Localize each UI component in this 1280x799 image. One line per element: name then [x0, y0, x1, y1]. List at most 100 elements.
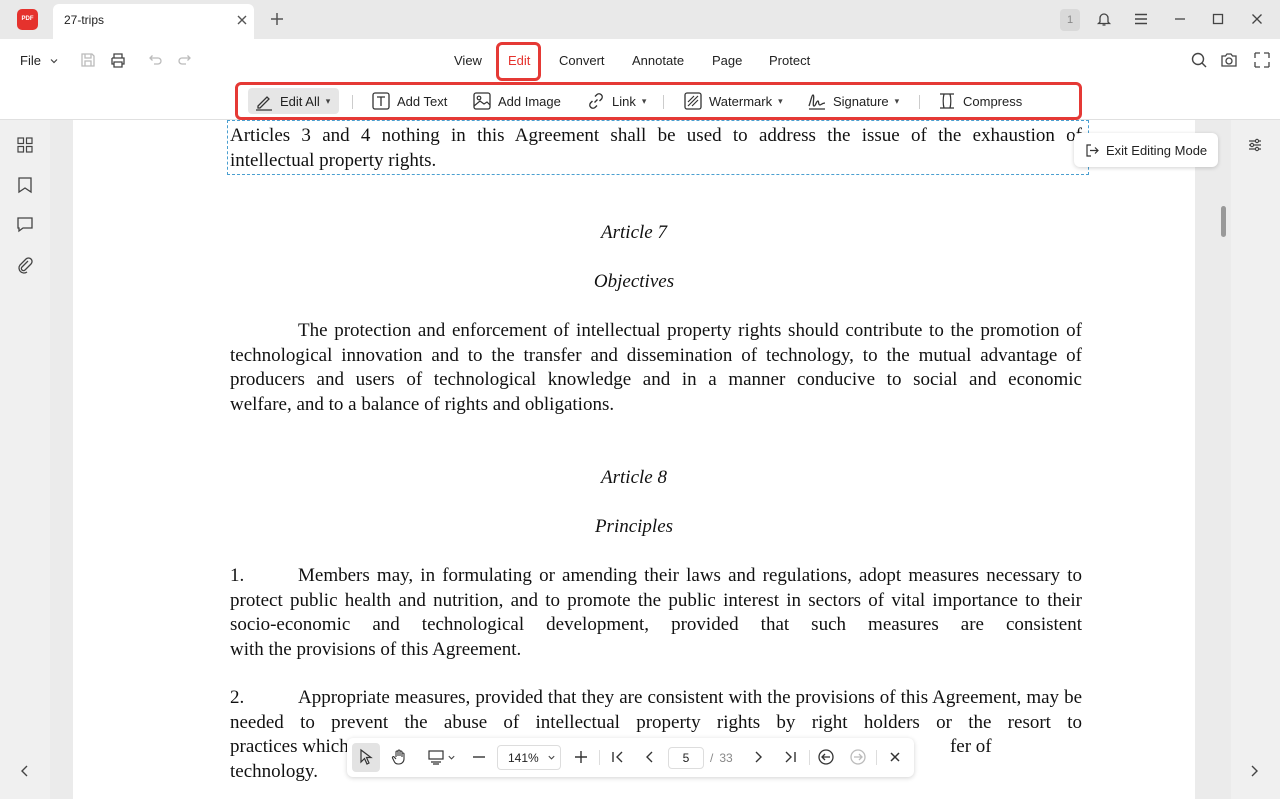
document-tab-title: 27-trips — [64, 13, 105, 27]
separator — [663, 95, 664, 109]
undo-icon[interactable] — [146, 51, 164, 69]
compress-label: Compress — [963, 93, 1023, 109]
link-button[interactable]: Link ▾ — [586, 88, 646, 114]
bell-icon[interactable] — [1096, 11, 1112, 27]
signature-button[interactable]: Signature ▾ — [807, 88, 899, 114]
page-navigation-bar: 141% 5 / 33 — [347, 738, 914, 777]
chevron-down-icon[interactable] — [447, 753, 456, 762]
select-tool-button[interactable] — [352, 743, 380, 772]
add-text-label: Add Text — [397, 93, 448, 109]
page-number-input[interactable]: 5 — [668, 747, 704, 769]
comment-icon[interactable] — [16, 216, 34, 234]
link-icon — [589, 93, 603, 109]
exit-icon — [1086, 143, 1099, 157]
paragraph-exhaustion[interactable]: Articles 3 and 4 nothing in this Agreeme… — [230, 124, 1082, 173]
page-indicator: 5 / 33 — [668, 747, 737, 769]
pencil-icon — [256, 96, 272, 111]
article8-title: Article 8 — [601, 467, 667, 488]
file-menu[interactable]: File — [20, 53, 59, 68]
line-start: practices which u — [230, 736, 363, 757]
redo-icon[interactable] — [176, 51, 194, 69]
add-image-label: Add Image — [498, 93, 561, 109]
zoom-select[interactable]: 141% — [497, 745, 561, 770]
edit-all-label: Edit All — [280, 93, 320, 109]
camera-icon[interactable] — [1220, 51, 1238, 69]
paragraph-objectives[interactable]: The protection and enforcement of intell… — [230, 319, 1082, 417]
watermark-icon — [684, 92, 702, 110]
separator — [809, 750, 810, 765]
text-box-icon — [372, 92, 390, 110]
paragraph-line: Articles 3 and 4 nothing in this Agreeme… — [230, 125, 1082, 146]
scrollbar-thumb[interactable] — [1221, 206, 1226, 237]
search-icon[interactable] — [1190, 51, 1208, 69]
chevron-down-icon: ▾ — [641, 95, 647, 106]
edit-tab-highlight — [496, 42, 541, 81]
close-icon[interactable] — [886, 748, 904, 766]
first-page-icon[interactable] — [609, 748, 627, 766]
next-page-icon[interactable] — [749, 748, 767, 766]
watermark-label: Watermark — [709, 93, 773, 109]
tab-page[interactable]: Page — [712, 53, 742, 68]
pdf-page[interactable]: Articles 3 and 4 nothing in this Agreeme… — [73, 120, 1195, 799]
app-logo: PDF — [17, 9, 38, 30]
menu-icon[interactable] — [1133, 11, 1149, 27]
properties-icon[interactable] — [1247, 137, 1263, 153]
left-sidebar — [0, 120, 50, 799]
chevron-down-icon: ▾ — [894, 95, 900, 106]
item-number: 2. — [230, 687, 245, 708]
add-text-button[interactable]: Add Text — [371, 88, 447, 114]
compress-icon — [940, 93, 954, 109]
previous-page-icon[interactable] — [641, 748, 659, 766]
zoom-out-icon[interactable] — [470, 748, 488, 766]
article7-subtitle: Objectives — [593, 271, 675, 292]
edit-all-button[interactable]: Edit All ▾ — [248, 88, 339, 114]
forward-view-icon[interactable] — [849, 748, 867, 766]
document-tab[interactable]: 27-trips — [53, 4, 254, 39]
tab-convert[interactable]: Convert — [559, 53, 605, 68]
collapse-right-icon[interactable] — [1247, 764, 1261, 778]
print-icon[interactable] — [109, 51, 127, 69]
chevron-down-icon: ▾ — [778, 95, 783, 106]
minimize-icon[interactable] — [1172, 11, 1188, 27]
document-viewport[interactable]: Articles 3 and 4 nothing in this Agreeme… — [50, 120, 1231, 799]
tab-view[interactable]: View — [454, 53, 482, 68]
exit-editing-mode-button[interactable]: Exit Editing Mode — [1074, 133, 1218, 167]
tab-protect[interactable]: Protect — [769, 53, 810, 68]
page-layout-icon[interactable] — [427, 748, 445, 766]
back-view-icon[interactable] — [817, 748, 835, 766]
paragraph-last-line: with the provisions of this Agreement. — [230, 638, 522, 660]
compress-button[interactable]: Compress — [937, 88, 1022, 114]
new-tab-icon[interactable] — [269, 11, 285, 27]
link-label: Link — [612, 93, 636, 109]
chevron-down-icon — [50, 58, 58, 63]
zoom-in-icon[interactable] — [572, 748, 590, 766]
right-sidebar — [1231, 120, 1280, 799]
close-tab-icon[interactable] — [235, 13, 249, 27]
item-number: 1. — [230, 565, 245, 586]
last-page-icon[interactable] — [781, 748, 799, 766]
save-icon[interactable] — [79, 51, 97, 69]
watermark-button[interactable]: Watermark ▾ — [683, 88, 783, 114]
article7-title: Article 7 — [601, 222, 667, 243]
maximize-icon[interactable] — [1210, 11, 1226, 27]
attachment-icon[interactable] — [16, 256, 34, 274]
zoom-value: 141% — [508, 750, 539, 765]
bookmark-icon[interactable] — [16, 176, 34, 194]
separator — [876, 750, 877, 765]
tab-annotate[interactable]: Annotate — [632, 53, 684, 68]
paragraph-line: Appropriate measures, provided that they… — [298, 687, 1022, 708]
collapse-left-icon[interactable] — [18, 764, 32, 778]
page-separator: / — [710, 751, 714, 765]
hand-tool-icon[interactable] — [390, 748, 408, 766]
expand-icon[interactable] — [1253, 51, 1271, 69]
separator — [919, 95, 920, 109]
add-image-button[interactable]: Add Image — [472, 88, 561, 114]
chevron-down-icon — [548, 755, 555, 760]
signature-icon — [808, 94, 826, 110]
thumbnails-icon[interactable] — [16, 136, 34, 154]
paragraph-last-line: intellectual property rights. — [230, 149, 437, 171]
paragraph-item1[interactable]: 1. Members may, in formulating or amendin… — [230, 564, 1082, 662]
chevron-down-icon: ▾ — [325, 95, 331, 106]
close-window-icon[interactable] — [1249, 11, 1265, 27]
window-count-badge[interactable]: 1 — [1060, 9, 1080, 31]
